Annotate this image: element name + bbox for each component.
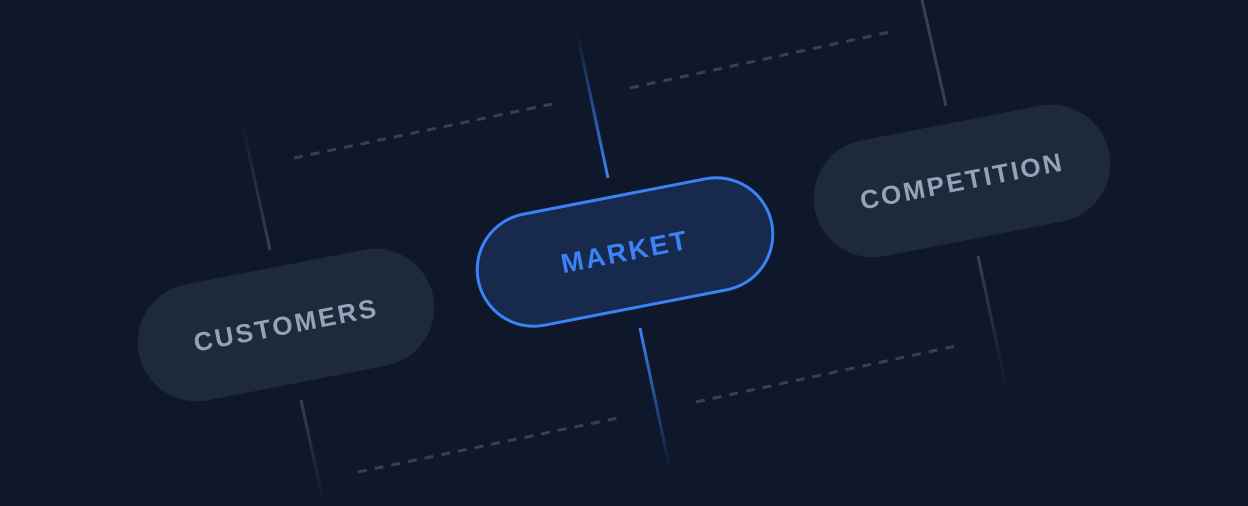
node-market-label: MARKET xyxy=(558,224,692,279)
connector-market-top xyxy=(575,31,610,179)
connector-customers-bottom xyxy=(299,399,326,506)
dashed-guide-lower-left xyxy=(357,416,619,474)
node-competition-label: COMPETITION xyxy=(857,146,1067,215)
connector-customers-top xyxy=(238,111,272,251)
connector-competition-bottom xyxy=(976,255,1010,397)
connector-competition-top xyxy=(920,0,948,107)
dashed-guide-lower-right xyxy=(695,344,957,404)
diagram-canvas: CUSTOMERS MARKET COMPETITION xyxy=(0,0,1248,506)
connector-market-bottom xyxy=(638,327,672,471)
dashed-guide-upper-left xyxy=(293,102,553,160)
node-customers-label: CUSTOMERS xyxy=(191,291,381,358)
dashed-guide-upper-right xyxy=(629,30,891,90)
